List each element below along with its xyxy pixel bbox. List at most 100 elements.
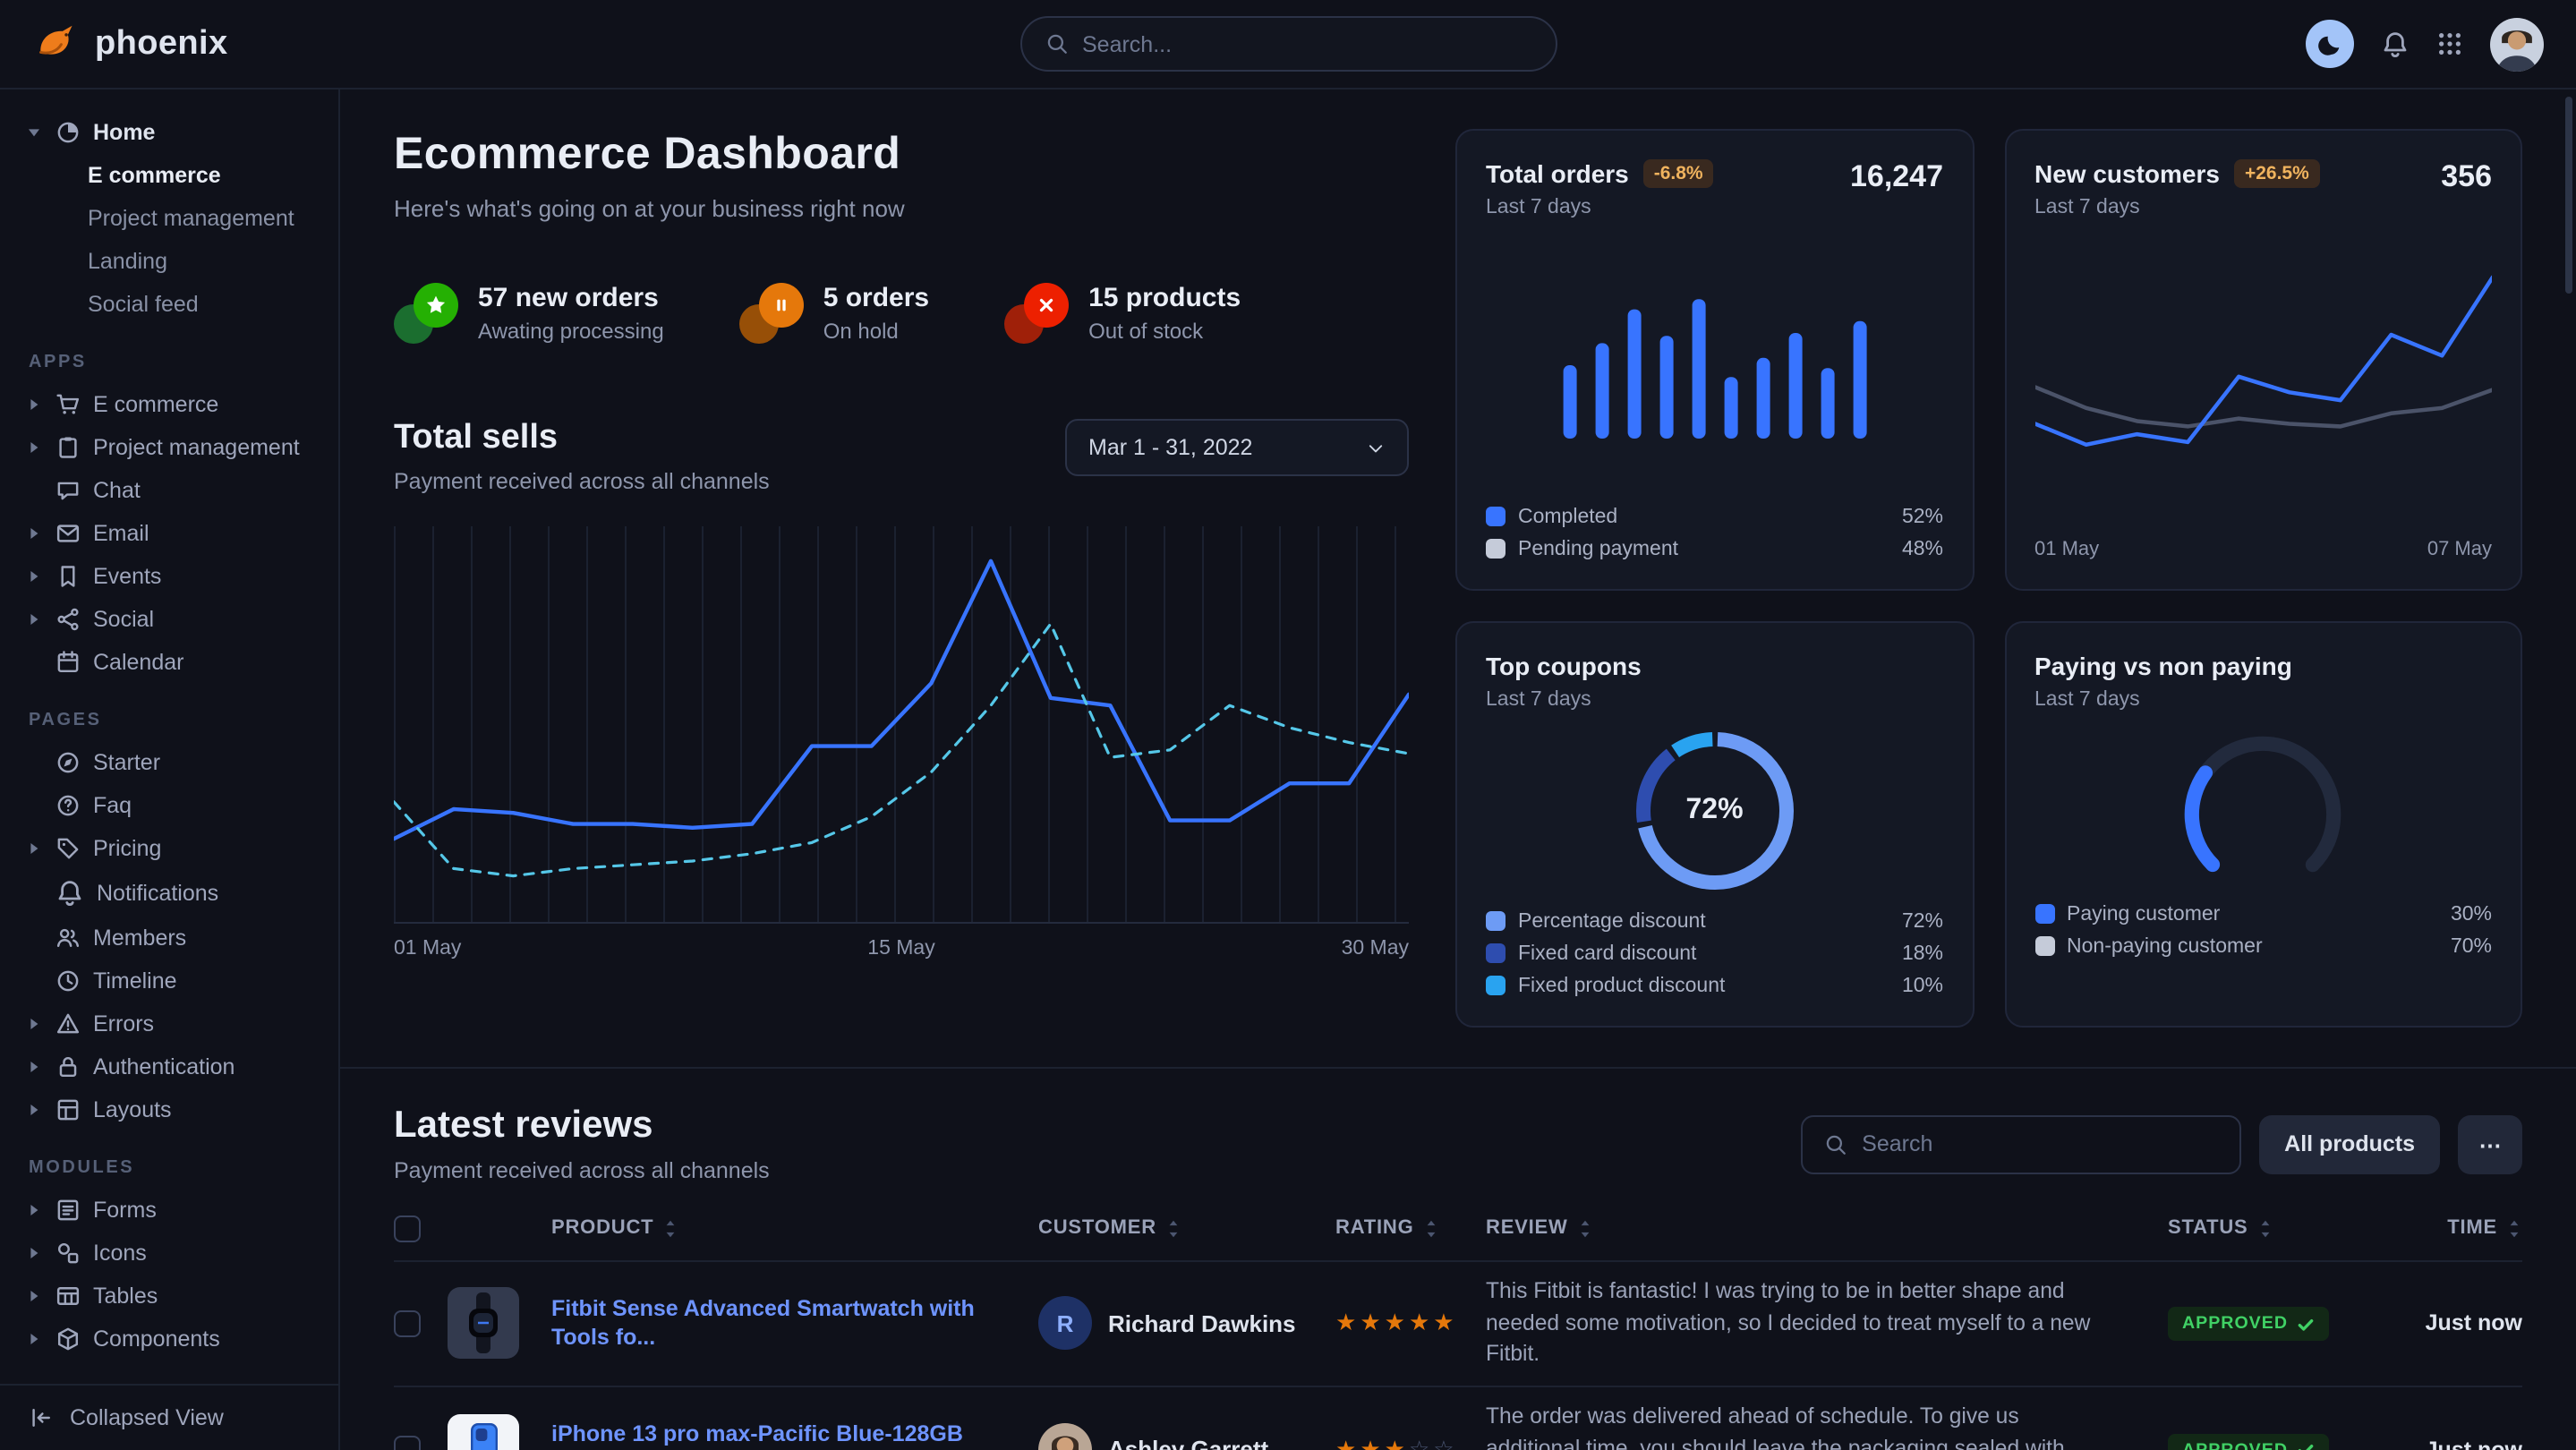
- sidebar-item-forms[interactable]: Forms: [0, 1189, 338, 1232]
- date-range-select[interactable]: Mar 1 - 31, 2022: [1065, 419, 1409, 476]
- reviews-toolbar: All products ⋯: [1801, 1114, 2522, 1173]
- brand[interactable]: phoenix: [32, 20, 1019, 68]
- collap se-icon: [29, 1405, 54, 1430]
- column-header-time[interactable]: TIME: [2447, 1217, 2522, 1239]
- theme-toggle-button[interactable]: [2306, 20, 2354, 68]
- search-icon: [1824, 1132, 1847, 1156]
- more-options-button[interactable]: ⋯: [2458, 1114, 2522, 1173]
- status-label: APPROVED: [2182, 1441, 2288, 1450]
- moon-icon: [2317, 31, 2342, 56]
- sidebar-item-members[interactable]: Members: [0, 917, 338, 960]
- sidebar-item-starter[interactable]: Starter: [0, 741, 338, 784]
- all-products-button[interactable]: All products: [2259, 1114, 2440, 1173]
- sidebar-item-pricing[interactable]: Pricing: [0, 827, 338, 870]
- card-title: Top coupons: [1486, 651, 1642, 679]
- review-time: Just now: [2426, 1437, 2522, 1450]
- customer-cell[interactable]: Ashley Garrett: [1038, 1423, 1335, 1450]
- collapsed-view-toggle[interactable]: Collapsed View: [0, 1384, 338, 1450]
- row-checkbox[interactable]: [394, 1310, 421, 1337]
- product-image: [448, 1414, 519, 1450]
- sidebar-item-errors[interactable]: Errors: [0, 1002, 338, 1045]
- rating-stars: ★★★☆☆: [1335, 1434, 1486, 1450]
- chevron-right-icon: [27, 841, 43, 856]
- sidebar-item-label: Chat: [93, 478, 141, 503]
- row-checkbox[interactable]: [394, 1437, 421, 1450]
- column-header-product[interactable]: PRODUCT: [551, 1217, 1038, 1239]
- sidebar-item-label: Icons: [93, 1241, 147, 1266]
- reviews-search[interactable]: [1801, 1114, 2241, 1173]
- sidebar-item-layouts[interactable]: Layouts: [0, 1088, 338, 1131]
- total-sells-chart: [394, 526, 1409, 924]
- sidebar-item-notifications[interactable]: Notifications: [0, 870, 338, 917]
- sidebar-subitem-project-management[interactable]: Project management: [0, 197, 338, 240]
- chevron-right-icon: [27, 1332, 43, 1346]
- sidebar-item-authentication[interactable]: Authentication: [0, 1045, 338, 1088]
- sidebar-subitem-social-feed[interactable]: Social feed: [0, 283, 338, 326]
- app-root: phoenix HomeE commerceProject management…: [0, 0, 2576, 1450]
- sidebar-item-social[interactable]: Social: [0, 598, 338, 641]
- total-orders-legend: Completed52%Pending payment48%: [1486, 506, 1943, 559]
- scrollbar-thumb[interactable]: [2565, 97, 2572, 294]
- column-label: STATUS: [2168, 1217, 2248, 1239]
- chevron-right-icon: [27, 1017, 43, 1031]
- card-title: Total orders: [1486, 159, 1629, 188]
- sidebar-item-e-commerce[interactable]: E commerce: [0, 383, 338, 426]
- legend-swatch: [1486, 507, 1506, 526]
- global-search-input[interactable]: [1082, 31, 1531, 56]
- sidebar-item-icons[interactable]: Icons: [0, 1232, 338, 1275]
- column-label: PRODUCT: [551, 1217, 653, 1239]
- legend-item-fixed-card-discount: Fixed card discount18%: [1486, 942, 1943, 964]
- kpi-cards: Total orders -6.8% Last 7 days 16,247 Co…: [1455, 129, 2522, 1027]
- sidebar-item-home[interactable]: Home: [0, 111, 338, 154]
- x-label: 01 May: [394, 938, 461, 960]
- legend-item-fixed-product-discount: Fixed product discount10%: [1486, 975, 1943, 996]
- sidebar-subitem-e-commerce[interactable]: E commerce: [0, 154, 338, 197]
- sidebar-subitem-landing[interactable]: Landing: [0, 240, 338, 283]
- notifications-bell-icon[interactable]: [2381, 30, 2410, 58]
- star-empty-icon: ☆: [1433, 1436, 1454, 1450]
- column-header-customer[interactable]: CUSTOMER: [1038, 1217, 1335, 1239]
- reviews-search-input[interactable]: [1862, 1131, 2218, 1156]
- stat-label: Awating processing: [478, 319, 664, 344]
- customer-name: Richard Dawkins: [1108, 1310, 1296, 1337]
- column-header-status[interactable]: STATUS: [2168, 1217, 2379, 1239]
- sidebar-item-calendar[interactable]: Calendar: [0, 641, 338, 684]
- column-header-review[interactable]: REVIEW: [1486, 1217, 2168, 1239]
- sidebar-item-project-management[interactable]: Project management: [0, 426, 338, 469]
- reviews-table-header: PRODUCT CUSTOMERRATINGREVIEWSTATUS TIME: [394, 1207, 2522, 1259]
- sidebar-item-components[interactable]: Components: [0, 1318, 338, 1360]
- card-title: New customers: [2034, 159, 2220, 188]
- pause-icon: [759, 283, 804, 328]
- star-filled-icon: ★: [1360, 1309, 1380, 1336]
- sidebar-item-chat[interactable]: Chat: [0, 469, 338, 512]
- apps-grid-icon[interactable]: [2436, 30, 2463, 57]
- user-avatar[interactable]: [2490, 17, 2544, 71]
- dashboard-hero: Ecommerce Dashboard Here's what's going …: [394, 129, 1409, 1027]
- star-filled-icon: ★: [1409, 1309, 1429, 1336]
- sidebar-section-apps: APPS: [0, 326, 338, 383]
- mail-icon: [55, 521, 81, 546]
- stat-icon-wrap: [739, 283, 804, 344]
- form-icon: [55, 1198, 81, 1223]
- sidebar-item-events[interactable]: Events: [0, 555, 338, 598]
- global-search[interactable]: [1019, 16, 1557, 72]
- sidebar-item-faq[interactable]: Faq: [0, 784, 338, 827]
- sidebar-item-email[interactable]: Email: [0, 512, 338, 555]
- sidebar-section-pages: PAGES: [0, 684, 338, 741]
- sidebar-item-tables[interactable]: Tables: [0, 1275, 338, 1318]
- legend-label: Percentage discount: [1518, 910, 1706, 932]
- select-all-checkbox[interactable]: [394, 1215, 421, 1241]
- sidebar-item-label: Errors: [93, 1011, 154, 1036]
- product-link[interactable]: Fitbit Sense Advanced Smartwatch with To…: [551, 1293, 1038, 1354]
- card-value: 356: [2441, 159, 2492, 195]
- column-header-rating[interactable]: RATING: [1335, 1217, 1486, 1239]
- sidebar-item-timeline[interactable]: Timeline: [0, 960, 338, 1002]
- sort-icon: [2257, 1218, 2273, 1238]
- stat-on-hold: 5 ordersOn hold: [739, 283, 929, 344]
- product-link[interactable]: iPhone 13 pro max-Pacific Blue-128GB sto…: [551, 1420, 1038, 1450]
- review-text: The order was delivered ahead of schedul…: [1486, 1402, 2168, 1450]
- chevron-down-icon: [1366, 438, 1386, 457]
- latest-reviews-section: Latest reviews Payment received across a…: [340, 1066, 2576, 1450]
- legend-item-non-paying-customer: Non-paying customer70%: [2034, 935, 2492, 957]
- customer-cell[interactable]: RRichard Dawkins: [1038, 1297, 1335, 1351]
